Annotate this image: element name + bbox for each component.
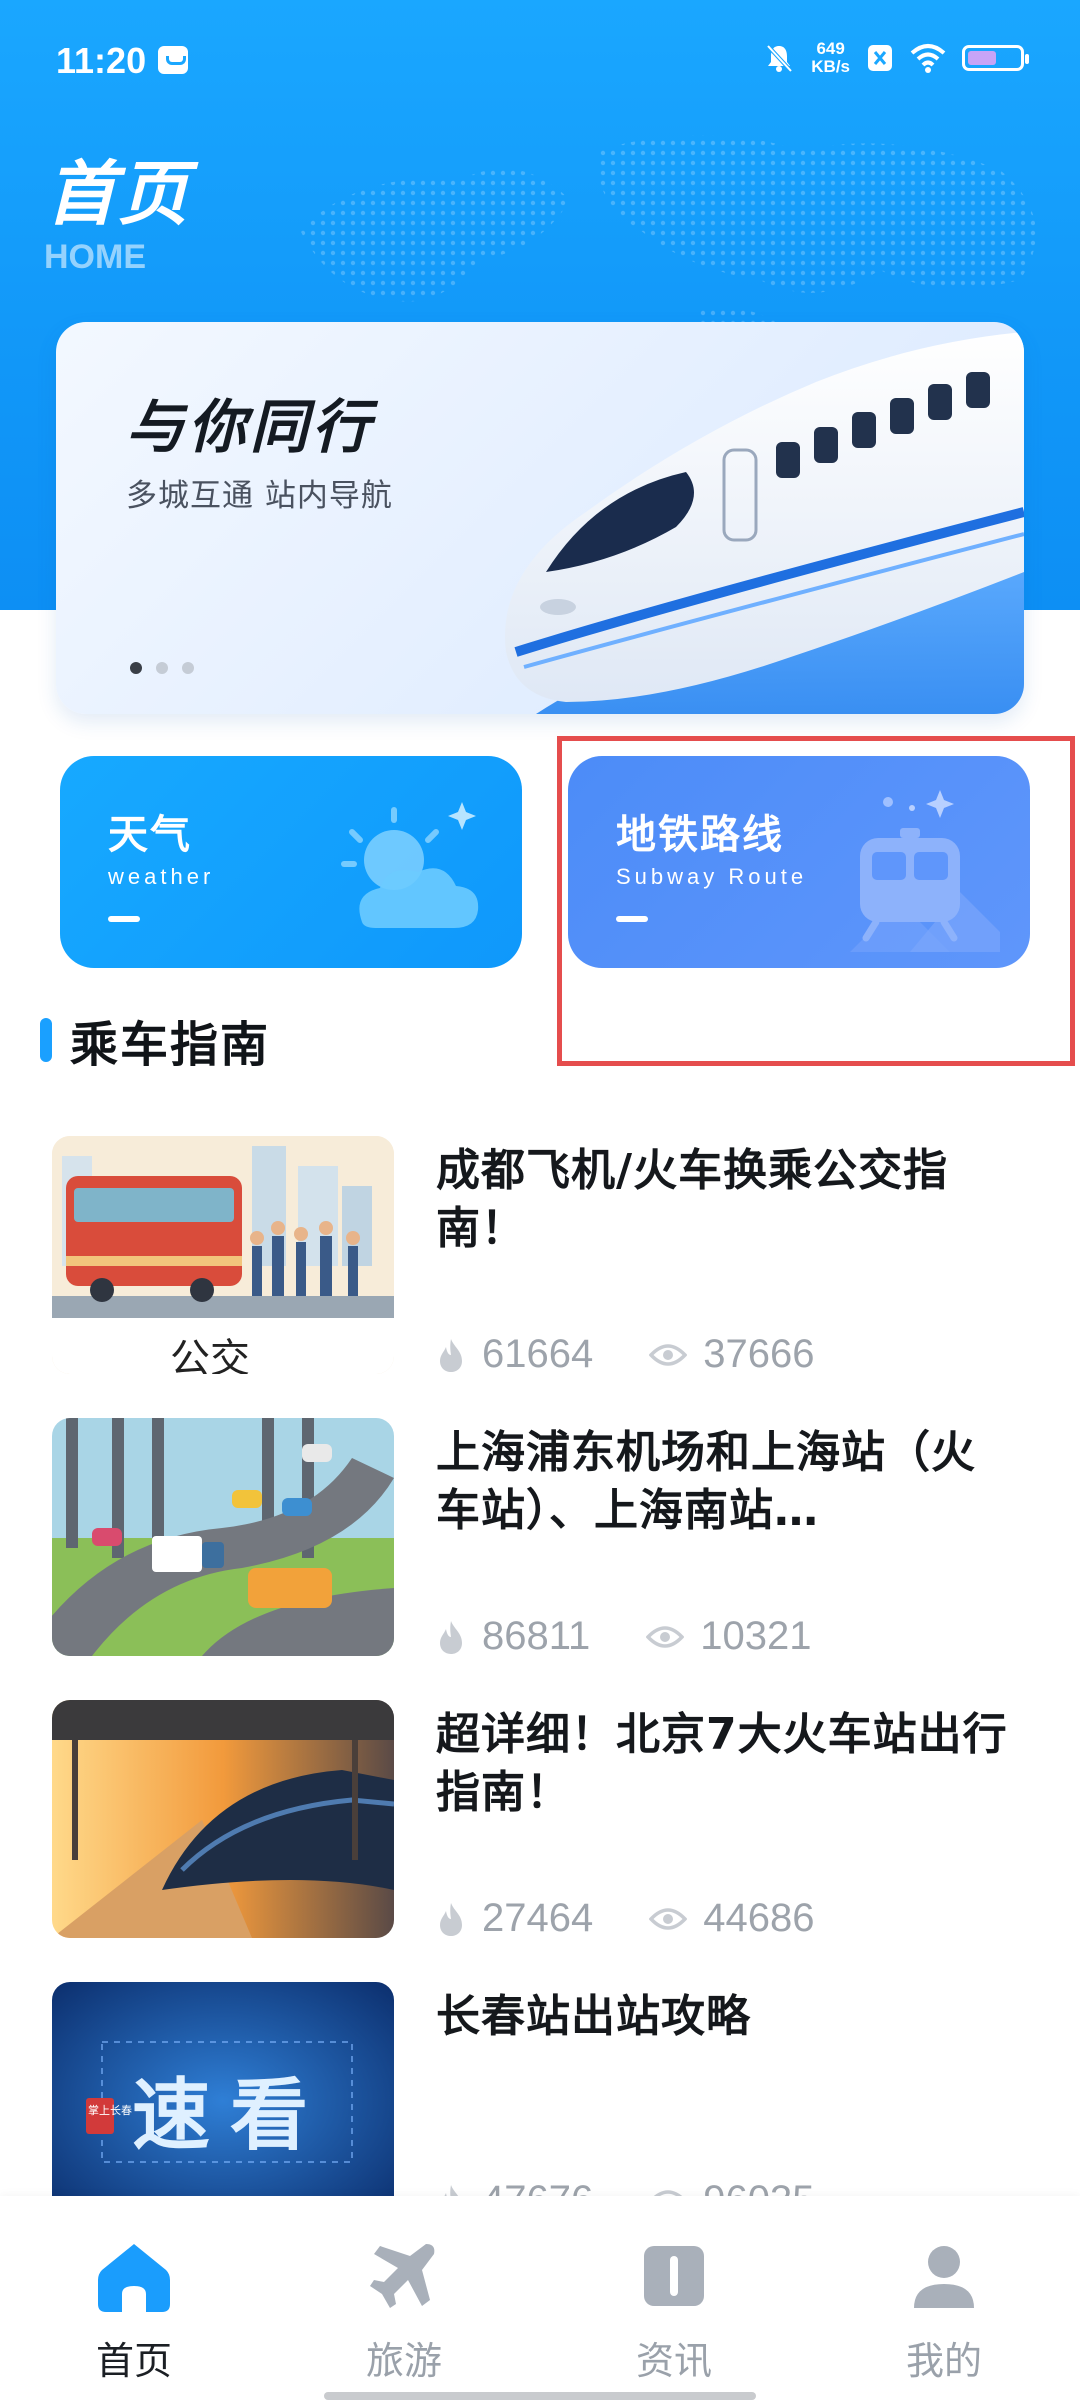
train-station-photo [52,1700,394,1938]
network-speed-unit: KB/s [811,57,850,76]
article-stats: 61664 37666 [436,1332,870,1377]
bus-station-illustration: 公交 [52,1136,394,1374]
carousel-dot[interactable] [156,662,168,674]
view-count-value: 44686 [703,1896,815,1940]
nav-label-profile: 我的 [905,2339,982,2383]
article-thumbnail: 公交 [52,1136,394,1374]
nav-label-travel: 旅游 [365,2339,442,2383]
banner-subtitle: 多城互通 站内导航 [126,478,393,514]
wifi-icon [910,44,946,73]
highlight-annotation-box [557,736,1075,1066]
hot-count: 61664 [436,1332,593,1377]
view-count: 44686 [649,1896,814,1941]
status-time: 11:20 [56,40,147,81]
nav-label-home: 首页 [95,2339,172,2383]
nav-item-home[interactable]: 首页 [44,2236,224,2385]
bottom-navigation: 首页 旅游 资讯 我的 [0,2196,1080,2408]
app-screen: 11:20 649 KB/s 首页 HOME 与你同行 多城互通 站内导航 天气… [0,0,1080,2408]
article-title: 成都飞机/火车换乘公交指南！ [436,1145,949,1254]
network-speed-value: 649 [816,39,845,58]
page-subtitle: HOME [44,238,146,276]
eye-icon [649,1907,688,1930]
hot-count-value: 86811 [482,1614,591,1658]
hot-count: 86811 [436,1614,590,1659]
eye-icon [649,1343,688,1366]
status-bar: 11:20 649 KB/s [0,0,1080,120]
status-icons: 649 KB/s [763,40,1029,76]
home-icon [98,2244,170,2312]
hot-count-value: 61664 [482,1332,594,1376]
view-count: 37666 [649,1332,814,1377]
flame-icon [440,1338,462,1372]
hot-count-value: 27464 [482,1896,594,1940]
weather-card-subtitle: weather [108,864,215,889]
article-item[interactable]: 公交 成都飞机/火车换乘公交指南！ 61664 37666 [0,1136,1080,1396]
network-speed: 649 KB/s [811,40,850,76]
section-heading: 乘车指南 [40,1010,270,1073]
banner-title: 与你同行 [126,393,375,461]
article-title: 上海浦东机场和上海站（火车站）、上海南站… [436,1427,976,1536]
card-accent-bar [108,916,140,922]
article-stats: 86811 10321 [436,1614,868,1659]
section-title: 乘车指南 [70,1017,271,1073]
message-notification-icon [158,46,188,74]
view-count: 10321 [646,1614,812,1659]
view-count-value: 37666 [703,1332,815,1376]
promo-banner[interactable]: 与你同行 多城互通 站内导航 [56,322,1024,714]
flame-icon [440,1620,462,1654]
article-thumbnail [52,1700,394,1938]
news-quick-look-graphic: 掌上长春 速看 [52,1982,394,2220]
carousel-dot[interactable] [182,662,194,674]
nav-item-news[interactable]: 资讯 [584,2236,764,2385]
hot-count: 27464 [436,1896,593,1941]
carousel-dot-active[interactable] [130,662,142,674]
article-thumbnail [52,1418,394,1656]
article-title: 长春站出站攻略 [436,1991,751,2042]
user-icon [914,2246,974,2308]
view-count-value: 10321 [700,1614,812,1658]
article-item[interactable]: 上海浦东机场和上海站（火车站）、上海南站… 86811 10321 [0,1418,1080,1678]
thumb-caption: 公交 [170,1336,250,1374]
article-item[interactable]: 超详细！北京7大火车站出行指南！ 27464 44686 [0,1700,1080,1960]
flame-icon [440,1902,462,1936]
article-stats: 27464 44686 [436,1896,870,1941]
plane-icon [370,2244,435,2308]
page-title: 首页 [46,153,190,235]
gesture-home-indicator[interactable] [324,2392,756,2400]
nav-item-travel[interactable]: 旅游 [314,2236,494,2385]
book-icon [644,2246,704,2306]
weather-card[interactable]: 天气 weather [60,756,522,968]
weather-card-title: 天气 [108,812,192,858]
carousel-indicator[interactable] [130,662,194,674]
sim-disabled-icon [868,45,892,71]
thumb-seal-text: 掌上长春 [88,2103,132,2117]
eye-icon [646,1625,685,1648]
nav-label-news: 资讯 [635,2339,712,2383]
sun-cloud-icon [341,802,479,928]
highway-traffic-illustration [52,1418,394,1656]
section-accent-bar [40,1018,52,1062]
article-title: 超详细！北京7大火车站出行指南！ [436,1709,1008,1818]
article-thumbnail: 掌上长春 速看 [52,1982,394,2220]
battery-icon [962,45,1029,71]
thumb-headline-text: 速看 [132,2071,328,2161]
bullet-train-illustration [505,332,1024,714]
mute-bell-icon [766,44,793,73]
nav-item-profile[interactable]: 我的 [854,2236,1034,2385]
